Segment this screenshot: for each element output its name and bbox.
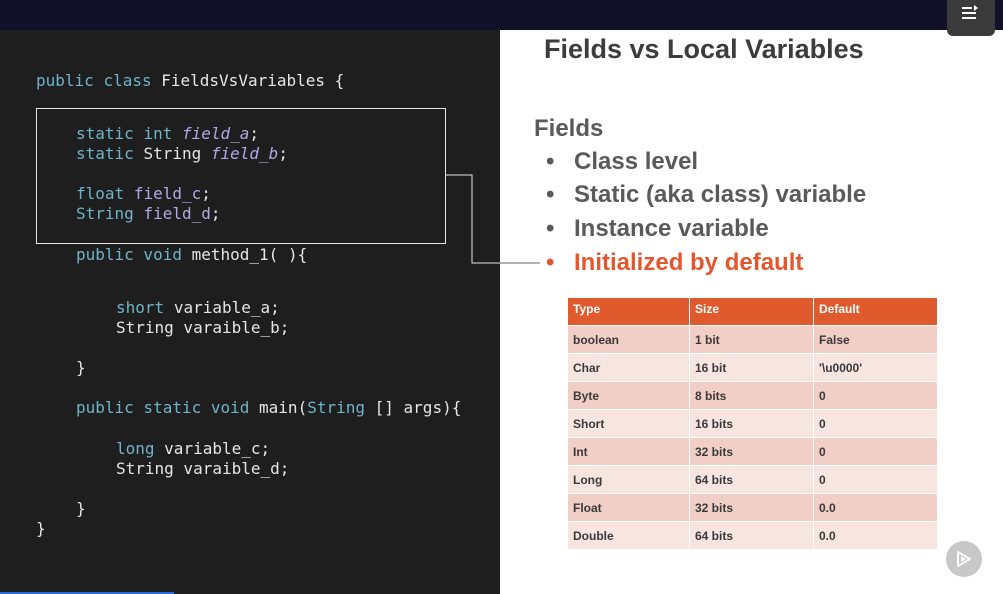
code-line-variable-a: short variable_a;	[116, 298, 280, 317]
table-cell: Double	[568, 521, 690, 549]
table-row: Short 16 bits 0	[568, 409, 937, 438]
table-row: Int 32 bits 0	[568, 437, 937, 466]
play-icon	[957, 551, 971, 567]
table-row: Byte 8 bits 0	[568, 381, 937, 410]
menu-list-icon	[962, 5, 978, 19]
table-cell: 0	[813, 409, 937, 438]
table-header-type: Type	[568, 298, 690, 326]
code-line-class: public class FieldsVsVariables {	[36, 71, 345, 90]
table-row: Char 16 bit '\u0000'	[568, 353, 937, 382]
code-line-field-b: static String field_b;	[76, 144, 288, 163]
slide-title: Fields vs Local Variables	[544, 34, 864, 64]
table-row: Double 64 bits 0.0	[568, 521, 937, 549]
table-header-default: Default	[813, 298, 937, 326]
table-cell: 64 bits	[689, 465, 814, 494]
table-row: boolean 1 bit False	[568, 325, 937, 354]
code-line-variable-b: String varaible_b;	[116, 318, 290, 337]
play-button[interactable]	[946, 541, 982, 577]
code-line-variable-c: long variable_c;	[116, 439, 271, 458]
bullet-class-level: • Class level	[546, 148, 699, 175]
table-cell: 16 bits	[689, 409, 814, 438]
table-cell: 1 bit	[689, 325, 814, 354]
top-bar	[0, 0, 1003, 30]
table-cell: 0.0	[813, 521, 937, 549]
table-header-row: Type Size Default	[568, 298, 937, 326]
table-cell: 64 bits	[689, 521, 814, 549]
table-cell: 16 bit	[689, 353, 814, 382]
code-line-close-method-1: }	[76, 358, 86, 377]
table-row: Float 32 bits 0.0	[568, 493, 937, 522]
table-cell: 32 bits	[689, 493, 814, 522]
bullet-initialized-by-default: • Initialized by default	[546, 249, 804, 276]
code-line-main: public static void main(String [] args){	[76, 398, 462, 417]
table-cell: False	[813, 325, 937, 354]
code-line-field-c: float field_c;	[76, 184, 211, 203]
table-cell: 8 bits	[689, 381, 814, 410]
bullet-static-variable: • Static (aka class) variable	[546, 181, 867, 208]
table-cell: Byte	[568, 381, 690, 410]
code-line-field-d: String field_d;	[76, 204, 221, 223]
table-cell: 0.0	[813, 493, 937, 522]
bullet-instance-variable: • Instance variable	[546, 215, 769, 242]
code-line-field-a: static int field_a;	[76, 124, 260, 143]
table-cell: 0	[813, 437, 937, 466]
table-cell: Float	[568, 493, 690, 522]
menu-button[interactable]	[947, 0, 995, 36]
table-cell: boolean	[568, 325, 690, 354]
table-cell: '\u0000'	[813, 353, 937, 382]
code-line-close-class: }	[36, 519, 46, 538]
code-line-method-1: public void method_1( ){	[76, 245, 308, 264]
section-heading: Fields	[534, 115, 604, 142]
table-row: Long 64 bits 0	[568, 465, 937, 494]
table-cell: Long	[568, 465, 690, 494]
table-cell: Short	[568, 409, 690, 438]
code-line-variable-d: String varaible_d;	[116, 459, 290, 478]
table-cell: 0	[813, 381, 937, 410]
default-values-table: Type Size Default boolean 1 bit False Char…	[568, 298, 937, 549]
table-cell: Int	[568, 437, 690, 466]
code-line-close-main: }	[76, 499, 86, 518]
table-cell: Char	[568, 353, 690, 382]
table-cell: 0	[813, 465, 937, 494]
table-cell: 32 bits	[689, 437, 814, 466]
table-header-size: Size	[689, 298, 814, 326]
